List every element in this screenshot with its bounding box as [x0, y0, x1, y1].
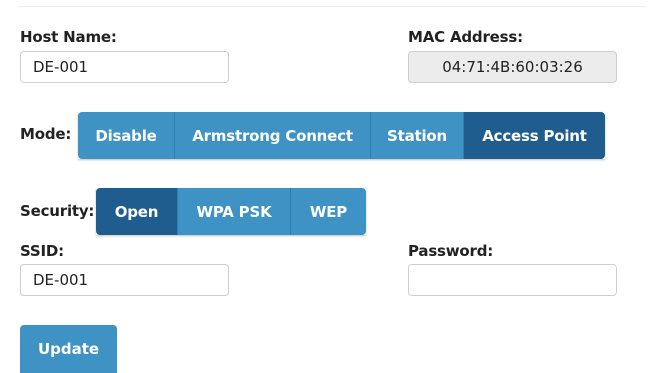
mode-segmented-control: Disable Armstrong Connect Station Access…	[78, 112, 605, 159]
security-option-open[interactable]: Open	[96, 188, 178, 235]
security-option-wep[interactable]: WEP	[291, 188, 366, 235]
mode-option-access-point[interactable]: Access Point	[464, 112, 605, 159]
host-name-label: Host Name:	[20, 28, 117, 46]
mode-option-armstrong-connect[interactable]: Armstrong Connect	[175, 112, 371, 159]
password-input[interactable]	[408, 264, 617, 296]
mode-option-station[interactable]: Station	[371, 112, 464, 159]
mac-address-field: 04:71:4B:60:03:26	[408, 51, 617, 83]
top-divider	[18, 6, 646, 7]
ssid-label: SSID:	[20, 242, 64, 260]
password-label: Password:	[408, 242, 494, 260]
mac-address-label: MAC Address:	[408, 28, 523, 46]
ssid-input[interactable]: DE-001	[20, 264, 229, 296]
mode-option-disable[interactable]: Disable	[78, 112, 175, 159]
host-name-input[interactable]: DE-001	[20, 51, 229, 83]
mode-label: Mode:	[20, 125, 72, 143]
security-segmented-control: Open WPA PSK WEP	[96, 188, 366, 235]
security-label: Security:	[20, 202, 95, 220]
security-option-wpa-psk[interactable]: WPA PSK	[178, 188, 291, 235]
update-button[interactable]: Update	[20, 325, 117, 373]
